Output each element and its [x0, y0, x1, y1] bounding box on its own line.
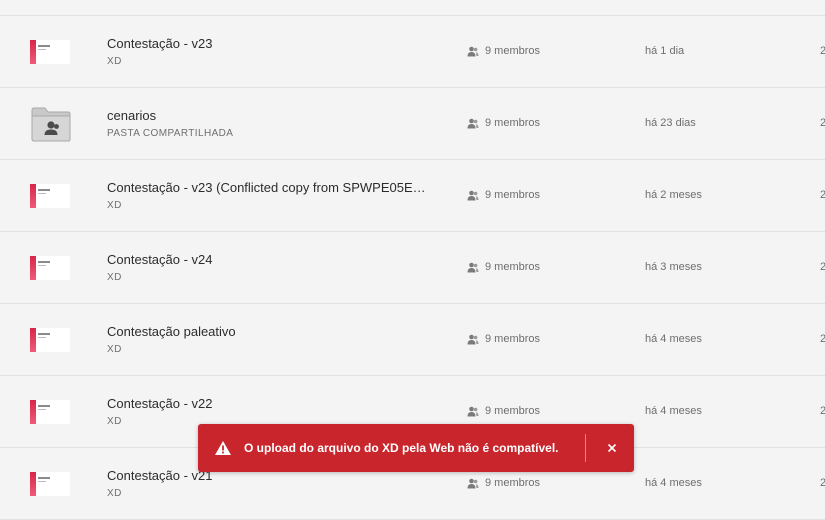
toast-divider [585, 434, 586, 462]
file-name[interactable]: Contestação - v24 [107, 252, 213, 267]
warning-icon [214, 440, 232, 461]
file-name[interactable]: Contestação paleativo [107, 324, 236, 339]
file-type: XD [107, 272, 122, 283]
members-icon [467, 478, 479, 488]
modified-date: há 3 meses [645, 261, 702, 273]
close-toast-button[interactable] [602, 438, 622, 458]
members-icon [467, 406, 479, 416]
truncated-column-value: 2 [820, 261, 825, 273]
shared-folder-icon [30, 106, 72, 142]
xd-file-thumbnail [30, 472, 72, 498]
members-icon [467, 118, 479, 128]
members-count: 9 membros [467, 405, 540, 417]
file-type: XD [107, 344, 122, 355]
members-label: 9 membros [485, 405, 541, 417]
members-label: 9 membros [485, 45, 541, 57]
members-icon [467, 190, 479, 200]
truncated-column-value: 2 [820, 45, 825, 57]
members-count: 9 membros [467, 333, 540, 345]
truncated-column-value: 2 [820, 405, 825, 417]
toast-message: O upload do arquivo do XD pela Web não é… [244, 441, 559, 455]
members-label: 9 membros [485, 189, 541, 201]
modified-date: há 4 meses [645, 333, 702, 345]
members-icon [467, 334, 479, 344]
truncated-column-value: 2 [820, 117, 825, 129]
close-icon [607, 443, 617, 453]
file-type: PASTA COMPARTILHADA [107, 128, 234, 139]
file-row[interactable]: Contestação paleativo XD 9 membros há 4 mes… [0, 304, 825, 376]
xd-file-thumbnail [30, 328, 72, 354]
file-name[interactable]: Contestação - v22 [107, 396, 213, 411]
file-name[interactable]: Contestação - v21 [107, 468, 213, 483]
members-label: 9 membros [485, 477, 541, 489]
file-type: XD [107, 416, 122, 427]
file-type: XD [107, 200, 122, 211]
members-label: 9 membros [485, 333, 541, 345]
file-row[interactable]: cenarios PASTA COMPARTILHADA 9 membros há 2… [0, 88, 825, 160]
file-type: XD [107, 488, 122, 499]
members-count: 9 membros [467, 117, 540, 129]
file-row[interactable]: Contestação - v23 XD 9 membros há 1 dia 2 [0, 16, 825, 88]
modified-date: há 4 meses [645, 477, 702, 489]
file-name[interactable]: Contestação - v23 (Conflicted copy from … [107, 180, 426, 195]
truncated-column-value: 2 [820, 189, 825, 201]
truncated-column-value: 2 [820, 477, 825, 489]
members-count: 9 membros [467, 477, 540, 489]
members-label: 9 membros [485, 117, 541, 129]
members-count: 9 membros [467, 189, 540, 201]
members-icon [467, 262, 479, 272]
truncated-column-value: 2 [820, 333, 825, 345]
xd-file-thumbnail [30, 184, 72, 210]
xd-file-thumbnail [30, 256, 72, 282]
xd-file-thumbnail [30, 40, 72, 66]
error-toast: O upload do arquivo do XD pela Web não é… [198, 424, 634, 472]
xd-file-thumbnail [30, 400, 72, 426]
members-count: 9 membros [467, 45, 540, 57]
file-name[interactable]: cenarios [107, 108, 156, 123]
members-icon [467, 46, 479, 56]
file-type: XD [107, 56, 122, 67]
file-name[interactable]: Contestação - v23 [107, 36, 213, 51]
file-row[interactable]: Contestação - v23 (Conflicted copy from … [0, 160, 825, 232]
modified-date: há 23 dias [645, 117, 696, 129]
members-count: 9 membros [467, 261, 540, 273]
modified-date: há 4 meses [645, 405, 702, 417]
file-row[interactable]: Contestação - v24 XD 9 membros há 3 meses 2 [0, 232, 825, 304]
modified-date: há 2 meses [645, 189, 702, 201]
members-label: 9 membros [485, 261, 541, 273]
modified-date: há 1 dia [645, 45, 685, 57]
